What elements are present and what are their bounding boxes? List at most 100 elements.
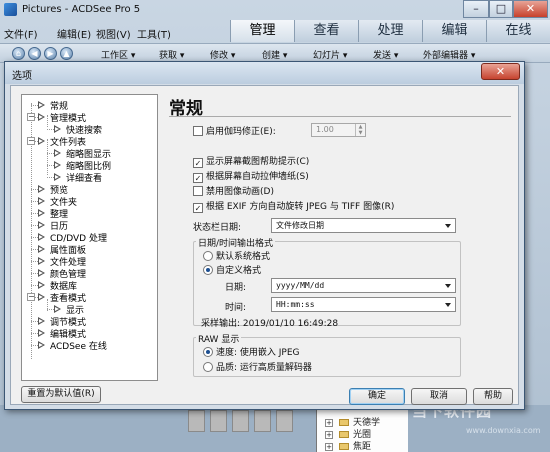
node-arrow-icon: [38, 281, 45, 290]
radio-dot[interactable]: [203, 347, 213, 357]
expand-icon[interactable]: +: [325, 442, 333, 451]
node-arrow-icon: [38, 233, 45, 242]
tree-connector: [47, 165, 54, 166]
reset-defaults-button[interactable]: 重置为默认值(R): [21, 386, 101, 403]
expand-icon[interactable]: +: [325, 430, 333, 439]
toolbar: ⌂ ◀ ▶ ▲ 工作区 ▾ 获取 ▾ 修改 ▾ 创建 ▾ 幻灯片 ▾ 发送 ▾ …: [0, 43, 550, 63]
spinner-arrows-icon[interactable]: ▲ ▼: [355, 124, 365, 136]
acquire-menu[interactable]: 获取 ▾: [159, 48, 184, 61]
menu-file[interactable]: 文件(F): [4, 26, 38, 41]
checkbox-box[interactable]: ✓: [193, 158, 203, 168]
screenshot-tips-checkbox[interactable]: ✓ 显示屏幕截图帮助提示(C): [193, 154, 309, 168]
gamma-spinner[interactable]: 1.00 ▲ ▼: [311, 123, 366, 137]
tree-connector: [31, 105, 38, 106]
node-arrow-icon: [54, 149, 61, 158]
node-arrow-icon: [54, 125, 61, 134]
dialog-title: 选项: [12, 71, 32, 82]
checkbox-box[interactable]: [193, 186, 203, 196]
node-arrow-icon: [38, 221, 45, 230]
menu-tools[interactable]: 工具(T): [137, 26, 171, 41]
up-icon[interactable]: ▲: [60, 47, 73, 60]
menu-edit[interactable]: 编辑(E): [57, 26, 91, 41]
minimize-button[interactable]: –: [463, 0, 489, 18]
close-button[interactable]: ✕: [513, 0, 548, 18]
tree-connector: [31, 333, 38, 334]
collapse-icon[interactable]: −: [27, 113, 35, 121]
ok-button[interactable]: 确定: [349, 388, 405, 405]
expand-icon[interactable]: +: [325, 418, 333, 427]
chevron-down-icon: [445, 224, 451, 228]
radio-dot[interactable]: [203, 265, 213, 275]
thumbnail-tile: [210, 410, 227, 432]
raw-quality-radio[interactable]: 品质: 运行高质量解码器: [203, 360, 312, 373]
tab-manage[interactable]: 管理: [230, 20, 294, 42]
datetime-group-label: 日期/时间输出格式: [196, 236, 276, 249]
date-format-select[interactable]: yyyy/MM/dd: [271, 278, 456, 293]
tab-edit[interactable]: 编辑: [422, 20, 486, 42]
mode-tabs: 管理 查看 处理 编辑 在线: [230, 20, 550, 42]
tab-process[interactable]: 处理: [358, 20, 422, 42]
collapse-icon[interactable]: −: [27, 293, 35, 301]
disable-animation-checkbox[interactable]: 禁用图像动画(D): [193, 184, 274, 197]
node-arrow-icon: [38, 113, 45, 122]
node-arrow-icon: [38, 293, 45, 302]
thumbnail-tile: [232, 410, 249, 432]
back-icon[interactable]: ◀: [28, 47, 41, 60]
tree-connector: [31, 273, 38, 274]
checkbox-box[interactable]: ✓: [193, 173, 203, 183]
cancel-button[interactable]: 取消: [411, 388, 467, 405]
send-menu[interactable]: 发送 ▾: [373, 48, 398, 61]
category-label: 详细查看: [66, 174, 103, 184]
status-date-label: 状态栏日期:: [193, 223, 242, 233]
panel-divider: [169, 116, 511, 117]
folder-icon: [339, 443, 349, 450]
acdsee-app-icon: [4, 3, 17, 16]
tab-online[interactable]: 在线: [486, 20, 550, 42]
tree-connector: [31, 321, 38, 322]
maximize-button[interactable]: □: [489, 0, 513, 18]
slideshow-menu[interactable]: 幻灯片 ▾: [313, 48, 347, 61]
time-format-select[interactable]: HH:mm:ss: [271, 297, 456, 312]
thumbnail-tile: [188, 410, 205, 432]
radio-dot[interactable]: [203, 362, 213, 372]
tree-item[interactable]: + 焦距: [325, 439, 371, 452]
date-format-value: yyyy/MM/dd: [276, 281, 325, 290]
status-date-select[interactable]: 文件修改日期: [271, 218, 456, 233]
home-icon[interactable]: ⌂: [12, 47, 25, 60]
collapse-icon[interactable]: −: [27, 137, 35, 145]
modify-menu[interactable]: 修改 ▾: [210, 48, 235, 61]
default-system-format-radio[interactable]: 默认系统格式: [203, 249, 270, 262]
checkbox-label: 禁用图像动画(D): [206, 187, 274, 197]
node-arrow-icon: [54, 173, 61, 182]
menu-view[interactable]: 视图(V): [96, 26, 131, 41]
external-editor-menu[interactable]: 外部编辑器 ▾: [423, 48, 475, 61]
sample-output-label: 采样输出:: [201, 319, 241, 329]
workspace-menu[interactable]: 工作区 ▾: [101, 48, 135, 61]
exif-rotate-checkbox[interactable]: ✓ 根据 EXIF 方向自动旋转 JPEG 与 TIFF 图像(R): [193, 199, 394, 213]
time-format-value: HH:mm:ss: [276, 300, 315, 309]
tab-view[interactable]: 查看: [294, 20, 358, 42]
checkbox-box[interactable]: ✓: [193, 203, 203, 213]
category-acdsee-online[interactable]: ACDSee 在线: [38, 339, 107, 352]
node-arrow-icon: [54, 161, 61, 170]
radio-label: 默认系统格式: [216, 252, 271, 262]
forward-icon[interactable]: ▶: [44, 47, 57, 60]
node-arrow-icon: [38, 317, 45, 326]
create-menu[interactable]: 创建 ▾: [262, 48, 287, 61]
title-bar: Pictures - ACDSee Pro 5 – □ ✕: [0, 0, 550, 21]
stretch-wallpaper-checkbox[interactable]: ✓ 根据屏幕自动拉伸墙纸(S): [193, 169, 309, 183]
dialog-close-button[interactable]: ✕: [481, 63, 520, 80]
help-button[interactable]: 帮助: [473, 388, 513, 405]
custom-format-radio[interactable]: 自定义格式: [203, 263, 261, 276]
gamma-checkbox[interactable]: 启用伽玛修正(E):: [193, 124, 276, 137]
tree-connector: [31, 249, 38, 250]
radio-dot[interactable]: [203, 251, 213, 261]
tree-connector: [31, 189, 38, 190]
thumbnail-tile: [254, 410, 271, 432]
checkbox-box[interactable]: [193, 126, 203, 136]
gamma-label: 启用伽玛修正(E):: [206, 127, 276, 137]
raw-speed-radio[interactable]: 速度: 使用嵌入 JPEG: [203, 345, 300, 358]
tree-connector: [31, 213, 38, 214]
tree-connector: [47, 177, 54, 178]
node-arrow-icon: [38, 101, 45, 110]
